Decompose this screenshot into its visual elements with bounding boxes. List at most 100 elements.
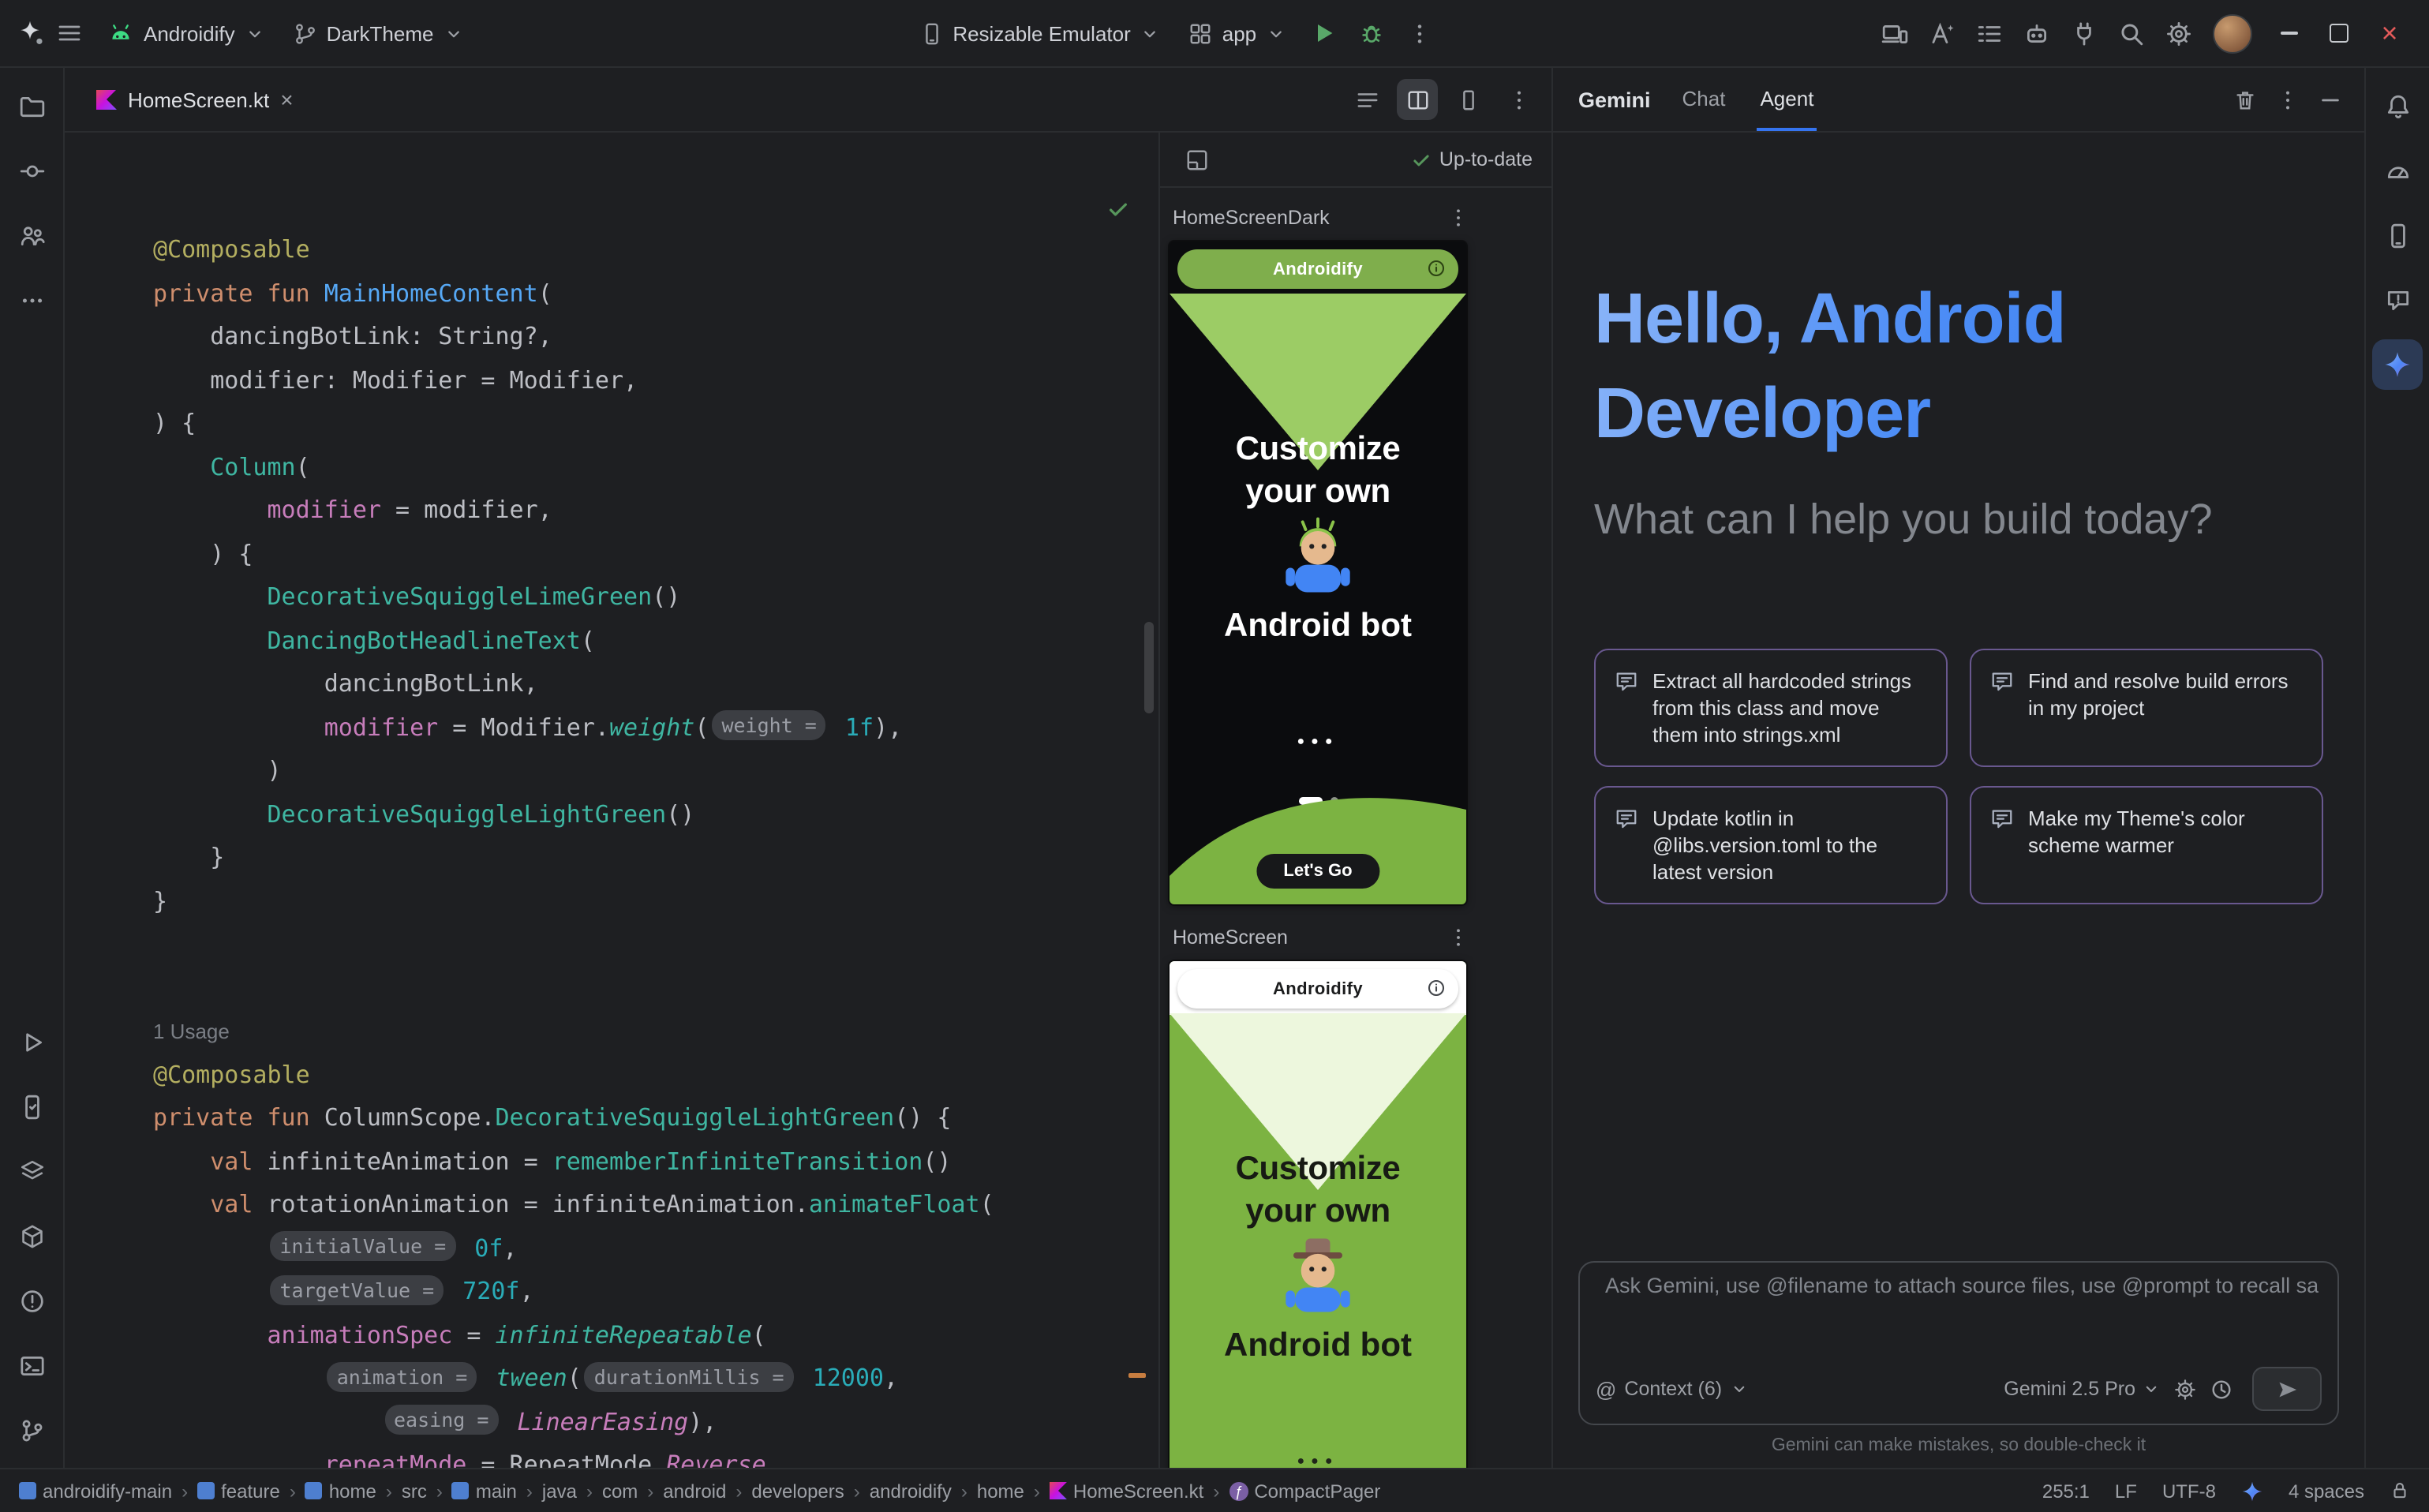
version-control-tool-button[interactable] (6, 1405, 57, 1455)
breadcrumb-item[interactable]: home (305, 1480, 376, 1502)
code-line[interactable]: DecorativeSquiggleLimeGreen() (153, 576, 1158, 619)
breadcrumb-item[interactable]: HomeScreen.kt (1050, 1480, 1203, 1502)
breadcrumb-item[interactable]: main (452, 1480, 517, 1502)
commit-tool-button[interactable] (6, 145, 57, 196)
lets-go-button[interactable]: Let's Go (1256, 854, 1379, 889)
user-avatar[interactable] (2213, 13, 2252, 53)
breadcrumb-item[interactable]: ƒCompactPager (1229, 1480, 1380, 1502)
code-line[interactable]: @Composable (153, 1054, 1158, 1097)
breadcrumb-item[interactable]: developers (751, 1480, 844, 1502)
preview-options-icon[interactable] (1447, 926, 1469, 949)
code-line[interactable]: modifier: Modifier = Modifier, (153, 359, 1158, 402)
gemini-tab-agent[interactable]: Agent (1757, 68, 1817, 131)
preview-options-icon[interactable] (1447, 207, 1469, 229)
device-selector[interactable]: Resizable Emulator (907, 13, 1173, 53)
more-run-actions-button[interactable] (1397, 11, 1441, 55)
search-everywhere-button[interactable] (2109, 11, 2153, 55)
breadcrumb-item[interactable]: home (977, 1480, 1024, 1502)
debug-button[interactable] (1349, 11, 1394, 55)
code-line[interactable]: easing = LinearEasing), (153, 1401, 1158, 1444)
line-separator[interactable]: LF (2115, 1480, 2137, 1502)
main-menu-button[interactable] (47, 11, 92, 55)
trash-icon[interactable] (2233, 88, 2257, 111)
code-line[interactable]: Column( (153, 446, 1158, 489)
notifications-tool-button[interactable] (2372, 80, 2423, 131)
task-list-button[interactable] (1967, 11, 2011, 55)
gemini-settings-icon[interactable] (2173, 1377, 2197, 1401)
window-maximize-button[interactable] (2315, 11, 2363, 55)
code-line[interactable]: modifier = modifier, (153, 489, 1158, 533)
terminal-tool-button[interactable] (6, 1340, 57, 1390)
indent-setting[interactable]: 4 spaces (2289, 1480, 2364, 1502)
send-button[interactable] (2252, 1367, 2322, 1411)
lock-icon[interactable] (2390, 1480, 2410, 1501)
code-line[interactable]: initialValue = 0f, (153, 1227, 1158, 1271)
kebab-menu-icon[interactable] (2276, 88, 2300, 111)
code-line[interactable]: ) { (153, 402, 1158, 446)
code-line[interactable]: modifier = Modifier.weight(weight = 1f), (153, 706, 1158, 750)
code-editor[interactable]: @Composableprivate fun MainHomeContent( … (65, 133, 1158, 1468)
split-view-button[interactable] (1397, 79, 1438, 120)
preview-scroll-area[interactable]: HomeScreenDark Androidify (1160, 188, 1551, 1468)
code-line[interactable]: dancingBotLink: String?, (153, 316, 1158, 359)
breadcrumb-item[interactable]: androidify-main (19, 1480, 172, 1502)
gemini-suggestion-card[interactable]: Find and resolve build errors in my proj… (1970, 649, 2323, 767)
breadcrumb-item[interactable]: java (542, 1480, 577, 1502)
gemini-tab-chat[interactable]: Chat (1679, 68, 1729, 131)
problems-tool-button[interactable] (6, 1275, 57, 1326)
code-line[interactable]: animationSpec = infiniteRepeatable( (153, 1314, 1158, 1357)
code-line[interactable]: ) (153, 750, 1158, 793)
code-line[interactable]: targetValue = 720f, (153, 1271, 1158, 1314)
minimize-panel-icon[interactable] (2319, 88, 2342, 111)
running-devices-tool-button[interactable] (6, 1081, 57, 1132)
code-line[interactable]: private fun ColumnScope.DecorativeSquigg… (153, 1097, 1158, 1140)
code-line[interactable]: private fun MainHomeContent( (153, 272, 1158, 316)
breadcrumb-item[interactable]: src (402, 1480, 427, 1502)
editor-scrollbar[interactable] (1144, 622, 1154, 713)
profiler-tool-button[interactable] (2372, 145, 2423, 196)
build-tool-button[interactable] (6, 1211, 57, 1261)
project-selector[interactable]: Androidify (95, 12, 278, 54)
window-close-button[interactable]: × (2366, 11, 2413, 55)
model-selector[interactable]: Gemini 2.5 Pro (2004, 1378, 2161, 1400)
code-line[interactable]: animation = tween(durationMillis = 12000… (153, 1357, 1158, 1401)
preview-group-label[interactable]: HomeScreenDark (1173, 207, 1469, 229)
agent-robot-button[interactable] (2014, 11, 2058, 55)
gemini-suggestion-card[interactable]: Extract all hardcoded strings from this … (1594, 649, 1948, 767)
ai-actions-button[interactable] (1919, 11, 1963, 55)
editor-tab[interactable]: HomeScreen.kt × (84, 68, 306, 131)
preview-card-homescreendark[interactable]: Androidify Customize your own (1170, 241, 1466, 904)
file-encoding[interactable]: UTF-8 (2162, 1480, 2216, 1502)
code-line[interactable]: ) { (153, 533, 1158, 576)
device-manager-button[interactable] (1872, 11, 1916, 55)
gemini-suggestion-card[interactable]: Update kotlin in @libs.version.toml to t… (1594, 786, 1948, 904)
preview-group-label[interactable]: HomeScreen (1173, 926, 1469, 949)
code-line[interactable] (153, 923, 1158, 967)
code-line[interactable]: } (153, 880, 1158, 923)
run-config-selector[interactable]: app (1177, 13, 1299, 53)
device-explorer-tool-button[interactable] (2372, 210, 2423, 260)
connect-device-button[interactable] (2061, 11, 2105, 55)
gemini-suggestion-card[interactable]: Make my Theme's color scheme warmer (1970, 786, 2323, 904)
code-line[interactable]: 1 Usage (153, 1010, 1158, 1054)
code-view-button[interactable] (1346, 79, 1387, 120)
branch-selector[interactable]: DarkTheme (281, 13, 477, 53)
code-line[interactable]: DancingBotHeadlineText( (153, 619, 1158, 663)
gemini-prompt-input[interactable] (1602, 1272, 2322, 1299)
code-line[interactable]: val infiniteAnimation = rememberInfinite… (153, 1140, 1158, 1184)
tab-close-icon[interactable]: × (280, 88, 293, 110)
preview-card-homescreen[interactable]: Androidify Customize your own (1170, 961, 1466, 1468)
inspections-ok-icon[interactable] (935, 148, 1130, 279)
code-line[interactable]: } (153, 836, 1158, 880)
code-line[interactable]: DecorativeSquiggleLightGreen() (153, 793, 1158, 836)
caret-position[interactable]: 255:1 (2042, 1480, 2090, 1502)
run-button[interactable] (1302, 11, 1346, 55)
project-tool-button[interactable] (6, 80, 57, 131)
code-line[interactable]: dancingBotLink, (153, 663, 1158, 706)
breadcrumb-item[interactable]: androidify (870, 1480, 952, 1502)
gemini-tool-button[interactable] (2372, 339, 2423, 390)
code-line[interactable]: repeatMode = RepeatMode.Reverse, (153, 1444, 1158, 1468)
code-line[interactable]: val rotationAnimation = infiniteAnimatio… (153, 1184, 1158, 1227)
ai-status-spark-icon[interactable] (2241, 1480, 2263, 1502)
editor-options-button[interactable] (1498, 79, 1539, 120)
